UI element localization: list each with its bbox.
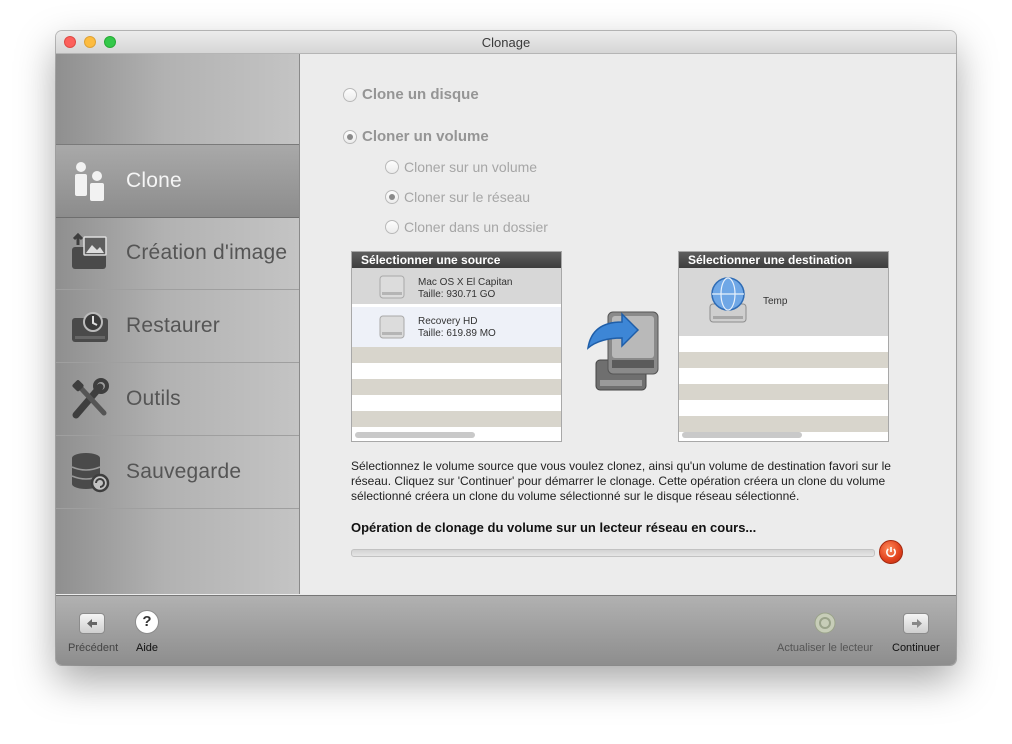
list-stripe — [352, 347, 561, 363]
source-horizontal-scrollbar[interactable] — [355, 432, 475, 438]
hard-drive-icon — [379, 315, 405, 339]
list-stripe — [679, 352, 888, 368]
instructions-text: Sélectionnez le volume source que vous v… — [351, 459, 891, 503]
arrow-left-icon — [87, 619, 97, 628]
image-drive-icon — [72, 232, 107, 269]
clone-to-volume-label: Cloner sur un volume — [404, 159, 538, 175]
help-icon: ? — [142, 613, 152, 630]
sidebar-item-restaurer[interactable]: Restaurer — [56, 290, 299, 363]
network-volume-icon — [709, 277, 747, 323]
sidebar-item-label: Restaurer — [126, 314, 221, 337]
arrow-right-icon — [912, 619, 922, 628]
power-icon — [886, 547, 896, 558]
help-button[interactable]: ? — [135, 610, 159, 634]
sidebar-item-creation-image[interactable]: Création d'image — [56, 217, 299, 290]
list-stripe — [352, 411, 561, 427]
operation-status: Opération de clonage du volume sur un le… — [351, 520, 757, 535]
clone-volume-radio[interactable] — [343, 130, 357, 144]
refresh-drive-icon[interactable] — [813, 611, 837, 635]
help-label: Aide — [136, 642, 159, 654]
list-stripe — [679, 384, 888, 400]
sidebar-item-clone[interactable]: Clone — [56, 144, 299, 218]
hard-drive-icon — [379, 275, 405, 299]
clone-person-icon — [75, 162, 104, 201]
source-list-header: Sélectionner une source — [352, 252, 561, 268]
progress-bar — [351, 549, 875, 557]
sidebar-item-sauvegarde[interactable]: Sauvegarde — [56, 436, 299, 509]
sidebar-item-label: Clone — [126, 169, 182, 192]
continue-label: Continuer — [892, 642, 940, 654]
destination-item-temp[interactable]: Temp — [679, 268, 888, 336]
destination-horizontal-scrollbar[interactable] — [682, 432, 802, 438]
source-item-recovery-hd[interactable]: Recovery HD Taille: 619.89 MO — [352, 307, 561, 347]
list-stripe — [352, 379, 561, 395]
destination-item-name: Temp — [763, 296, 788, 307]
bottom-toolbar: Précédent ? Aide Actualiser le lecteur C… — [56, 595, 956, 665]
clone-to-volume-radio[interactable] — [385, 160, 399, 174]
destination-list[interactable]: Sélectionner une destination Temp — [678, 251, 889, 442]
backup-database-icon — [71, 453, 110, 493]
clone-disk-label: Clone un disque — [362, 86, 479, 103]
source-item-mac-os[interactable]: Mac OS X El Capitan Taille: 930.71 GO — [352, 268, 561, 304]
tools-icon — [72, 378, 109, 419]
destination-list-header: Sélectionner une destination — [679, 252, 888, 268]
refresh-label: Actualiser le lecteur — [777, 642, 873, 654]
sidebar-item-label: Création d'image — [126, 241, 288, 264]
app-window: Clonage Clone Création d'image Restaurer… — [56, 31, 956, 665]
source-item-size: Taille: 930.71 GO — [418, 289, 496, 300]
main-content: Clone un disque Cloner un volume Cloner … — [300, 54, 956, 594]
previous-button[interactable] — [79, 613, 105, 634]
source-item-name: Recovery HD — [418, 316, 478, 327]
sidebar-item-label: Sauvegarde — [126, 460, 242, 483]
window-title: Clonage — [481, 35, 531, 50]
clone-disk-radio[interactable] — [343, 88, 357, 102]
clone-to-folder-radio[interactable] — [385, 220, 399, 234]
stop-button[interactable] — [879, 540, 903, 564]
clone-to-network-radio[interactable] — [385, 190, 399, 204]
restore-drive-icon — [72, 312, 108, 342]
clone-volume-label: Cloner un volume — [362, 128, 489, 145]
clone-drives-arrow-icon — [586, 311, 659, 391]
source-list[interactable]: Sélectionner une source Mac OS X El Capi… — [351, 251, 562, 442]
sidebar-item-outils[interactable]: Outils — [56, 363, 299, 436]
sidebar-item-label: Outils — [126, 387, 181, 410]
source-item-name: Mac OS X El Capitan — [418, 277, 513, 288]
previous-label: Précédent — [68, 642, 119, 654]
continue-button[interactable] — [903, 613, 929, 634]
title-bar: Clonage — [56, 31, 956, 54]
clone-to-folder-label: Cloner dans un dossier — [404, 219, 548, 235]
sidebar: Clone Création d'image Restaurer Outils … — [56, 54, 300, 594]
list-stripe — [679, 416, 888, 432]
clone-to-network-label: Cloner sur le réseau — [404, 189, 531, 205]
source-item-size: Taille: 619.89 MO — [418, 328, 496, 339]
